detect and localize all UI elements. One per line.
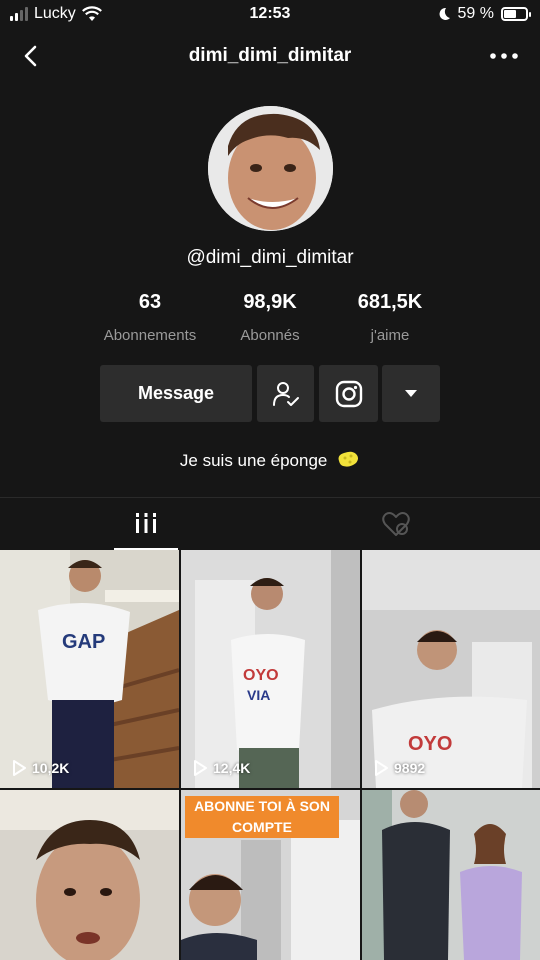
video-tile[interactable]: ABONNE TOI À SON COMPTE — [181, 790, 360, 960]
moon-icon — [439, 7, 450, 20]
svg-text:VIA: VIA — [247, 687, 270, 703]
svg-text:OYO: OYO — [408, 733, 452, 755]
play-outline-icon — [194, 760, 207, 776]
more-options-icon[interactable] — [488, 44, 520, 68]
following-button[interactable] — [257, 365, 314, 422]
video-tile[interactable]: OYO 9892 — [362, 550, 540, 788]
grid-icon — [136, 513, 156, 533]
instagram-button[interactable] — [319, 365, 378, 422]
svg-text:GAP: GAP — [62, 631, 105, 653]
stat-following-label: Abonnements — [103, 327, 197, 344]
battery-icon — [501, 7, 531, 21]
stat-followers-label: Abonnés — [240, 327, 300, 344]
avatar-image — [208, 106, 333, 231]
profile-handle: @dimi_dimi_dimitar — [186, 247, 354, 268]
view-count-text: 10,2K — [32, 760, 70, 776]
stat-likes-value: 681,5K — [357, 291, 423, 313]
stat-followers[interactable]: 98,9K Abonnés — [200, 291, 340, 344]
profile-bio: Je suis une éponge — [0, 449, 540, 471]
status-bar: Lucky 12:53 59 % — [0, 0, 540, 30]
stat-likes-label: j'aime — [370, 327, 410, 344]
video-tile[interactable]: GAP 10,2K — [0, 550, 179, 788]
profile-tabs — [0, 497, 540, 550]
page-title: dimi_dimi_dimitar — [188, 45, 352, 66]
play-outline-icon — [375, 760, 388, 776]
svg-text:OYO: OYO — [243, 667, 279, 684]
banner-line-2: COMPTE — [232, 819, 292, 835]
play-outline-icon — [13, 760, 26, 776]
video-caption-banner: ABONNE TOI À SON COMPTE — [185, 796, 339, 838]
stat-likes[interactable]: 681,5K j'aime — [320, 291, 460, 344]
video-thumbnail: OYO — [362, 550, 540, 788]
user-check-icon — [272, 381, 299, 406]
tab-videos[interactable] — [114, 498, 178, 550]
sponge-emoji-icon — [338, 451, 359, 467]
battery-percent: 59 % — [457, 5, 494, 22]
tab-liked-heart-icon[interactable] — [382, 511, 410, 537]
status-right: 59 % — [438, 5, 531, 23]
instagram-icon — [335, 380, 362, 407]
bio-text: Je suis une éponge — [179, 451, 328, 470]
video-tile[interactable]: OYO VIA 12,4K — [181, 550, 360, 788]
avatar[interactable] — [208, 106, 333, 231]
video-thumbnail — [0, 790, 179, 960]
stat-followers-value: 98,9K — [243, 291, 297, 313]
video-thumbnail: GAP — [0, 550, 179, 788]
view-count-text: 9892 — [394, 760, 426, 776]
top-nav: dimi_dimi_dimitar — [0, 36, 540, 76]
stat-following[interactable]: 63 Abonnements — [80, 291, 220, 344]
video-tile[interactable] — [362, 790, 540, 960]
view-count-text: 12,4K — [213, 760, 251, 776]
stat-following-value: 63 — [138, 291, 162, 313]
triangle-down-icon — [405, 389, 417, 397]
video-tile[interactable] — [0, 790, 179, 960]
view-count: 9892 — [374, 760, 425, 776]
message-button[interactable]: Message — [100, 365, 252, 422]
view-count: 10,2K — [12, 760, 69, 776]
view-count: 12,4K — [193, 760, 250, 776]
more-dropdown-button[interactable] — [382, 365, 440, 422]
video-thumbnail — [362, 790, 540, 960]
banner-line-1: ABONNE TOI À SON — [194, 798, 330, 814]
video-thumbnail: OYO VIA — [181, 550, 360, 788]
